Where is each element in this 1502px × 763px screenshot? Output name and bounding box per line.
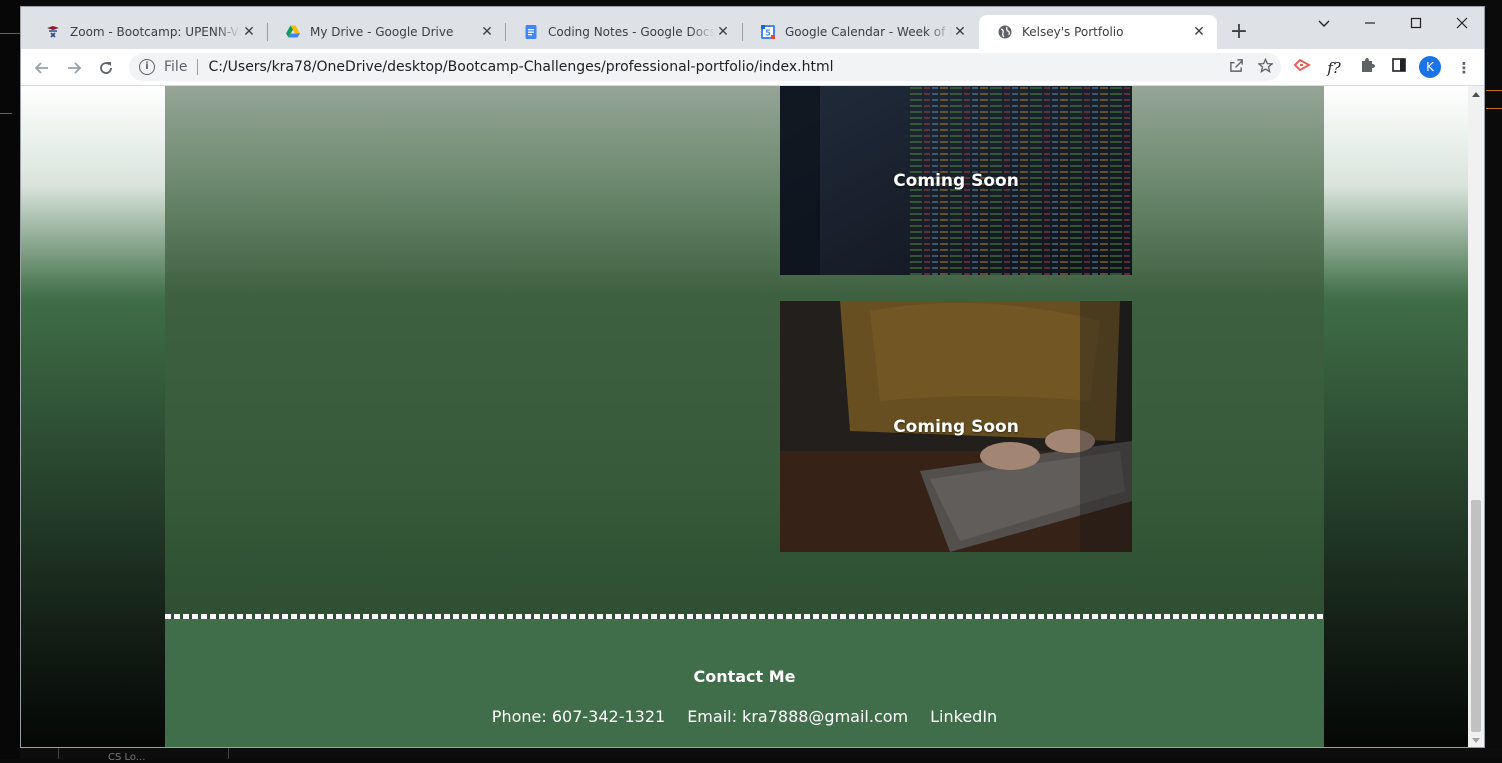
extension-red-icon[interactable] xyxy=(1291,57,1313,79)
google-calendar-icon: 5 xyxy=(760,24,776,40)
address-divider xyxy=(197,59,199,75)
project-card[interactable]: Coming Soon xyxy=(780,86,1132,275)
phone-link[interactable]: Phone: 607-342-1321 xyxy=(492,707,665,726)
reload-icon xyxy=(100,62,112,74)
email-link[interactable]: Email: kra7888@gmail.com xyxy=(687,707,908,726)
desktop-line xyxy=(0,113,12,114)
tab-zoom[interactable]: Zoom - Bootcamp: UPENN-VIRT- ✕ xyxy=(27,15,267,49)
zoom-icon xyxy=(45,24,61,40)
info-icon[interactable]: i xyxy=(139,59,155,75)
address-url[interactable]: C:/Users/kra78/OneDrive/desktop/Bootcamp… xyxy=(208,59,833,75)
contact-heading: Contact Me xyxy=(693,667,796,686)
project-card[interactable]: Coming Soon xyxy=(780,301,1132,552)
bookmark-star-icon[interactable] xyxy=(1257,57,1274,77)
tab-title: Kelsey's Portfolio xyxy=(1022,25,1124,39)
page-viewport: Coming Soon Coming Soon Contact Me Phone… xyxy=(21,86,1468,747)
close-icon[interactable]: ✕ xyxy=(1191,24,1207,40)
side-panel-icon[interactable] xyxy=(1388,57,1410,79)
close-icon[interactable]: ✕ xyxy=(715,24,731,40)
tab-title: Google Calendar - Week of Dece xyxy=(785,25,952,39)
back-button[interactable] xyxy=(29,55,55,81)
maximize-button[interactable] xyxy=(1394,11,1438,39)
puzzle-icon[interactable] xyxy=(1356,57,1378,79)
scroll-down-arrow-icon[interactable] xyxy=(1472,738,1480,743)
linkedin-link[interactable]: LinkedIn xyxy=(930,707,997,726)
tab-strip: Zoom - Bootcamp: UPENN-VIRT- ✕ My Drive … xyxy=(21,7,1484,49)
project-label: Coming Soon xyxy=(893,170,1019,191)
close-icon[interactable]: ✕ xyxy=(241,24,257,40)
google-drive-icon xyxy=(285,24,301,40)
desktop-taskbar xyxy=(20,748,1502,759)
tab-google-drive[interactable]: My Drive - Google Drive ✕ xyxy=(267,15,505,49)
scrollbar-thumb[interactable] xyxy=(1471,500,1481,732)
close-window-button[interactable] xyxy=(1440,11,1484,39)
arrow-left-icon xyxy=(34,62,48,74)
reload-button[interactable] xyxy=(93,55,119,81)
tab-title: Coding Notes - Google Docs xyxy=(548,25,715,39)
new-tab-button[interactable]: + xyxy=(1227,21,1251,45)
project-label: Coming Soon xyxy=(893,416,1019,437)
taskbar-separator xyxy=(228,748,229,759)
formula-extension-icon[interactable]: f? xyxy=(1323,57,1345,79)
taskbar-separator xyxy=(58,748,59,759)
minimize-icon xyxy=(1365,22,1375,24)
minimize-button[interactable] xyxy=(1348,11,1392,39)
contact-footer: Contact Me Phone: 607-342-1321 Email: kr… xyxy=(165,619,1324,747)
tab-title: Zoom - Bootcamp: UPENN-VIRT- xyxy=(70,25,241,39)
close-icon[interactable]: ✕ xyxy=(952,24,968,40)
calendar-day: 5 xyxy=(765,29,771,38)
page-scrollbar[interactable] xyxy=(1468,86,1484,747)
menu-kebab-icon[interactable]: ⋮ xyxy=(1453,57,1475,79)
globe-icon xyxy=(997,24,1013,40)
google-docs-icon xyxy=(523,24,539,40)
arrow-right-icon xyxy=(68,62,82,74)
browser-toolbar: i File C:/Users/kra78/OneDrive/desktop/B… xyxy=(21,49,1484,86)
desktop-line xyxy=(0,33,20,34)
close-icon[interactable]: ✕ xyxy=(479,24,495,40)
maximize-icon xyxy=(1410,17,1422,29)
tab-title: My Drive - Google Drive xyxy=(310,25,454,39)
tab-google-docs[interactable]: Coding Notes - Google Docs ✕ xyxy=(505,15,741,49)
tab-portfolio[interactable]: Kelsey's Portfolio ✕ xyxy=(979,15,1217,49)
share-icon[interactable] xyxy=(1229,58,1244,77)
desktop-line xyxy=(1486,90,1502,91)
scroll-up-arrow-icon[interactable] xyxy=(1472,92,1480,97)
browser-window: Zoom - Bootcamp: UPENN-VIRT- ✕ My Drive … xyxy=(20,6,1485,748)
portfolio-container: Coming Soon Coming Soon Contact Me Phone… xyxy=(165,86,1324,747)
address-scheme: File xyxy=(164,59,188,75)
tab-google-calendar[interactable]: 5 Google Calendar - Week of Dece ✕ xyxy=(742,15,978,49)
tab-search-button[interactable] xyxy=(1302,11,1346,39)
chevron-down-icon xyxy=(1318,20,1330,27)
contact-links: Phone: 607-342-1321 Email: kra7888@gmail… xyxy=(165,707,1324,726)
close-icon xyxy=(1456,17,1468,29)
desktop-line xyxy=(1486,108,1502,109)
taskbar-label: CS Lo... xyxy=(108,752,146,763)
profile-avatar[interactable]: K xyxy=(1419,56,1441,78)
address-bar[interactable]: i File C:/Users/kra78/OneDrive/desktop/B… xyxy=(129,53,1281,81)
forward-button[interactable] xyxy=(61,55,87,81)
